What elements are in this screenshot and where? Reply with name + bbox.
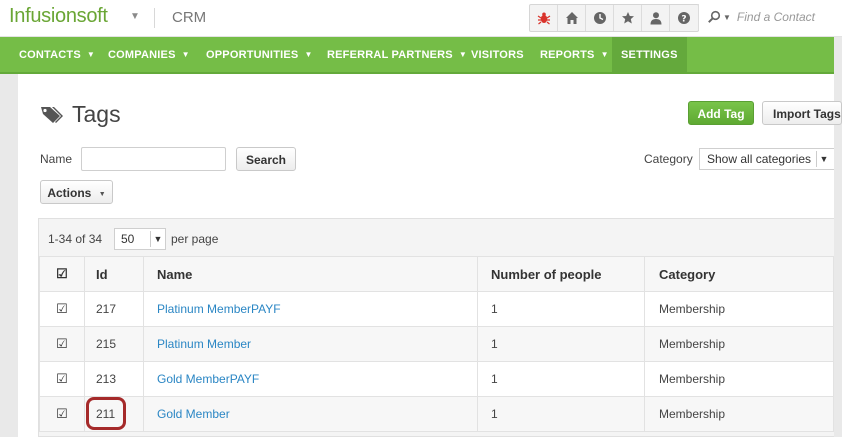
nav-visitors[interactable]: VISITORS [471,37,524,74]
nav-settings-label: SETTINGS [621,49,678,61]
per-page-label: per page [171,232,219,246]
chevron-down-icon: ▼ [98,191,106,198]
nav-reports[interactable]: REPORTS ▼ [540,37,609,74]
chevron-down-icon: ▼ [600,50,609,59]
nav-opportunities[interactable]: OPPORTUNITIES ▼ [206,37,313,74]
clock-icon[interactable] [586,5,614,31]
row-checkbox[interactable]: ☑ [39,291,85,327]
row-checkbox[interactable]: ☑ [39,326,85,362]
table-row: ☑ 215 Platinum Member 1 Membership [39,326,834,362]
chevron-down-icon: ▼ [86,50,96,59]
app-name: CRM [172,9,207,26]
row-name-cell: Platinum Member [143,326,478,362]
tags-table: ☑ Id Name Number of people Category ☑ 21… [39,256,834,432]
row-id: 215 [84,326,144,362]
bug-icon[interactable] [530,5,558,31]
name-filter-label: Name [40,152,73,166]
row-id: 211 [84,396,144,432]
nav-settings[interactable]: SETTINGS [612,37,687,74]
row-name-cell: Gold Member [143,396,478,432]
page-title: Tags [40,101,121,128]
row-id: 217 [84,291,144,327]
star-icon[interactable] [614,5,642,31]
tag-name-link[interactable]: Gold MemberPAYF [157,372,259,386]
table-header-row: ☑ Id Name Number of people Category [39,256,834,292]
nav-referral-partners-label: REFERRAL PARTNERS [327,49,453,61]
column-header-category[interactable]: Category [644,256,834,292]
logo-dropdown-caret-icon[interactable]: ▼ [130,11,140,22]
header-toolbar: ? [529,4,699,32]
person-icon[interactable] [642,5,670,31]
column-header-name[interactable]: Name [143,256,478,292]
nav-contacts-label: CONTACTS [19,49,81,61]
nav-visitors-label: VISITORS [471,49,524,61]
table-row: ☑ 213 Gold MemberPAYF 1 Membership [39,361,834,397]
help-icon[interactable]: ? [670,5,698,31]
column-header-number-of-people[interactable]: Number of people [477,256,645,292]
home-icon[interactable] [558,5,586,31]
checkmark-icon: ☑ [56,406,68,421]
row-category: Membership [644,361,834,397]
top-header: Infusionsoft ▼ CRM ? ▼ [0,0,842,37]
row-name-cell: Gold MemberPAYF [143,361,478,397]
chevron-down-icon: ▼ [181,50,190,59]
tag-name-link[interactable]: Platinum Member [157,337,251,351]
contact-search: ▼ [698,4,842,30]
nav-referral-partners[interactable]: REFERRAL PARTNERS ▼ [327,37,467,74]
tag-name-link[interactable]: Platinum MemberPAYF [157,302,281,316]
actions-dropdown-button[interactable]: Actions ▼ [40,180,113,204]
infusionsoft-logo[interactable]: Infusionsoft [9,5,108,28]
row-category: Membership [644,326,834,362]
result-range: 1-34 of 34 [48,232,103,246]
nav-companies-label: COMPANIES [108,49,176,61]
nav-companies[interactable]: COMPANIES ▼ [108,37,190,74]
chevron-down-icon: ▼ [304,50,313,59]
table-row: ☑ 211 Gold Member 1 Membership [39,396,834,432]
row-number-of-people: 1 [477,396,645,432]
category-select[interactable]: Show all categories ▼ [699,148,834,170]
checkmark-icon: ☑ [56,336,68,351]
import-tags-button[interactable]: Import Tags [762,101,842,125]
chevron-down-icon: ▼ [458,50,467,59]
checkmark-icon: ☑ [56,301,68,316]
column-header-id[interactable]: Id [84,256,144,292]
row-name-cell: Platinum MemberPAYF [143,291,478,327]
row-number-of-people: 1 [477,326,645,362]
row-category: Membership [644,396,834,432]
header-divider [154,8,155,28]
row-category: Membership [644,291,834,327]
nav-contacts[interactable]: CONTACTS ▼ [19,37,95,74]
find-contact-input[interactable] [734,9,839,25]
tag-icon [41,106,63,123]
main-navigation: CONTACTS ▼ COMPANIES ▼ OPPORTUNITIES ▼ REFE… [0,37,834,74]
row-number-of-people: 1 [477,291,645,327]
select-arrow-icon: ▼ [816,151,831,167]
main-content: Tags Add Tag Import Tags Name Search Cat… [18,74,842,437]
category-filter-label: Category [644,152,693,166]
category-select-value: Show all categories [707,152,812,166]
svg-text:?: ? [681,14,686,24]
search-dropdown-caret-icon[interactable]: ▼ [723,13,731,22]
row-checkbox[interactable]: ☑ [39,361,85,397]
checkmark-icon: ☑ [56,371,68,386]
search-button[interactable]: Search [236,147,296,171]
checkmark-icon: ☑ [56,266,68,281]
tag-name-link[interactable]: Gold Member [157,407,230,421]
tags-grid: 1-34 of 34 50 ▼ per page ☑ Id Name Numbe… [38,218,834,437]
page-size-select[interactable]: 50 ▼ [114,228,166,250]
page-title-text: Tags [72,101,121,127]
nav-opportunities-label: OPPORTUNITIES [206,49,299,61]
table-row: ☑ 217 Platinum MemberPAYF 1 Membership [39,291,834,327]
select-all-checkbox[interactable]: ☑ [39,256,85,292]
select-arrow-icon: ▼ [150,231,165,247]
add-tag-button[interactable]: Add Tag [688,101,754,125]
row-checkbox[interactable]: ☑ [39,396,85,432]
row-id: 213 [84,361,144,397]
page-size-value: 50 [121,232,135,246]
search-icon[interactable] [707,10,721,24]
nav-reports-label: REPORTS [540,49,595,61]
name-filter-input[interactable] [81,147,226,171]
actions-label: Actions [47,186,92,200]
row-number-of-people: 1 [477,361,645,397]
